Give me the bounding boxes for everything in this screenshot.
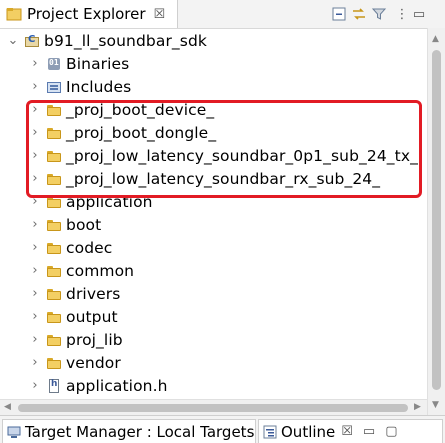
target-manager-icon [7, 425, 21, 439]
vertical-scrollbar[interactable]: ▲ ▼ [427, 28, 445, 415]
tree-item-label: codec [66, 238, 113, 257]
outline-icon [263, 425, 277, 439]
tree-item-label: _proj_low_latency_soundbar_rx_sub_24_ [66, 169, 381, 188]
chevron-right-icon[interactable]: › [28, 309, 42, 324]
tree-item[interactable]: › proj_lib [28, 328, 123, 351]
chevron-right-icon[interactable]: › [28, 102, 42, 117]
tree-item-label: _proj_low_latency_soundbar_0p1_sub_24_tx… [66, 146, 418, 165]
chevron-right-icon[interactable]: › [28, 263, 42, 278]
view-title: Project Explorer [27, 5, 146, 23]
vertical-scroll-thumb[interactable] [432, 50, 441, 390]
project-tree: ⌄ b91_ll_soundbar_sdk › Binaries › Includes… [0, 28, 445, 415]
chevron-right-icon[interactable]: › [28, 378, 42, 393]
scroll-left-icon[interactable]: ◀ [4, 402, 11, 412]
chevron-right-icon[interactable]: › [28, 148, 42, 163]
tree-item[interactable]: › application [28, 190, 153, 213]
chevron-right-icon[interactable]: › [28, 355, 42, 370]
horizontal-scroll-thumb[interactable] [18, 404, 408, 412]
tab-outline-label: Outline [281, 422, 336, 441]
folder-icon [46, 194, 62, 210]
tree-item[interactable]: › _proj_low_latency_soundbar_rx_sub_24_ [28, 167, 380, 190]
project-explorer-view: Project Explorer ☒ ⋮ ▭ ⌄ b91_ll_soundbar… [0, 0, 445, 416]
chevron-right-icon[interactable]: › [28, 171, 42, 186]
tree-item-label: output [66, 307, 118, 326]
scroll-right-icon[interactable]: ▶ [414, 402, 421, 412]
view-menu-icon[interactable]: ⋮ [393, 5, 411, 23]
project-label: b91_ll_soundbar_sdk [44, 31, 207, 50]
tree-item[interactable]: › application.h [28, 374, 168, 397]
tree-item-label: _proj_boot_dongle_ [66, 123, 217, 142]
tree-item[interactable]: › drivers [28, 282, 120, 305]
project-explorer-icon [6, 6, 22, 22]
folder-icon [46, 171, 62, 187]
bottom-tab-bar: Target Manager : Local Targets Outline ☒… [0, 415, 445, 443]
link-with-editor-icon[interactable] [350, 5, 368, 23]
tree-item[interactable]: › Includes [28, 75, 131, 98]
folder-icon [46, 125, 62, 141]
tree-item[interactable]: › boot [28, 213, 101, 236]
chevron-right-icon[interactable]: › [28, 79, 42, 94]
tree-item-label: common [66, 261, 135, 280]
folder-icon [46, 286, 62, 302]
tree-item-label: _proj_boot_device_ [66, 100, 215, 119]
tree-item-label: vendor [66, 353, 121, 372]
tree-item[interactable]: › _proj_boot_device_ [28, 98, 214, 121]
tree-item-label: application.h [66, 376, 168, 395]
folder-icon [46, 355, 62, 371]
folder-icon [46, 217, 62, 233]
tree-item-label: application [66, 192, 153, 211]
folder-icon [46, 148, 62, 164]
close-icon[interactable]: ☒ [341, 424, 353, 439]
maximize-icon[interactable]: ▢ [385, 424, 397, 439]
project-icon [24, 33, 40, 49]
tree-project-node[interactable]: ⌄ b91_ll_soundbar_sdk [6, 29, 207, 52]
chevron-right-icon[interactable]: › [28, 194, 42, 209]
tree-item-label: boot [66, 215, 102, 234]
folder-icon [46, 240, 62, 256]
tree-item[interactable]: › _proj_low_latency_soundbar_0p1_sub_24_t… [28, 144, 418, 167]
chevron-right-icon[interactable]: › [28, 286, 42, 301]
chevron-right-icon[interactable]: › [28, 217, 42, 232]
tree-item[interactable]: › vendor [28, 351, 121, 374]
header-file-icon [46, 378, 62, 394]
tree-item[interactable]: › codec [28, 236, 112, 259]
collapse-all-icon[interactable] [330, 5, 348, 23]
folder-icon [46, 263, 62, 279]
includes-icon [46, 79, 62, 95]
chevron-right-icon[interactable]: › [28, 332, 42, 347]
folder-icon [46, 309, 62, 325]
binaries-icon [46, 56, 62, 72]
minimize-icon[interactable]: ▭ [410, 5, 428, 23]
filter-icon[interactable] [370, 5, 388, 23]
tab-project-explorer[interactable]: Project Explorer ☒ [0, 0, 178, 28]
chevron-down-icon[interactable]: ⌄ [6, 33, 20, 48]
close-icon[interactable]: ☒ [154, 7, 166, 22]
tree-item-label: drivers [66, 284, 121, 303]
tab-target-manager-label: Target Manager : Local Targets [25, 422, 255, 441]
tree-item[interactable]: › Binaries [28, 52, 129, 75]
tab-target-manager[interactable]: Target Manager : Local Targets [2, 419, 256, 443]
tree-item[interactable]: › _proj_boot_dongle_ [28, 121, 216, 144]
tree-item-label: Binaries [66, 54, 130, 73]
minimize-icon[interactable]: ▭ [363, 424, 375, 439]
chevron-right-icon[interactable]: › [28, 56, 42, 71]
folder-icon [46, 332, 62, 348]
view-tab-bar: Project Explorer ☒ ⋮ ▭ [0, 0, 445, 29]
tab-outline[interactable]: Outline ☒ ▭ ▢ [258, 419, 443, 443]
chevron-right-icon[interactable]: › [28, 240, 42, 255]
horizontal-scrollbar[interactable]: ◀ ▶ [0, 399, 427, 416]
chevron-right-icon[interactable]: › [28, 125, 42, 140]
tree-item[interactable]: › common [28, 259, 134, 282]
tree-item-label: Includes [66, 77, 132, 96]
scroll-down-icon[interactable]: ▼ [432, 400, 439, 410]
tree-item-label: proj_lib [66, 330, 123, 349]
tree-item[interactable]: › output [28, 305, 118, 328]
scroll-up-icon[interactable]: ▲ [432, 34, 439, 44]
folder-icon [46, 102, 62, 118]
